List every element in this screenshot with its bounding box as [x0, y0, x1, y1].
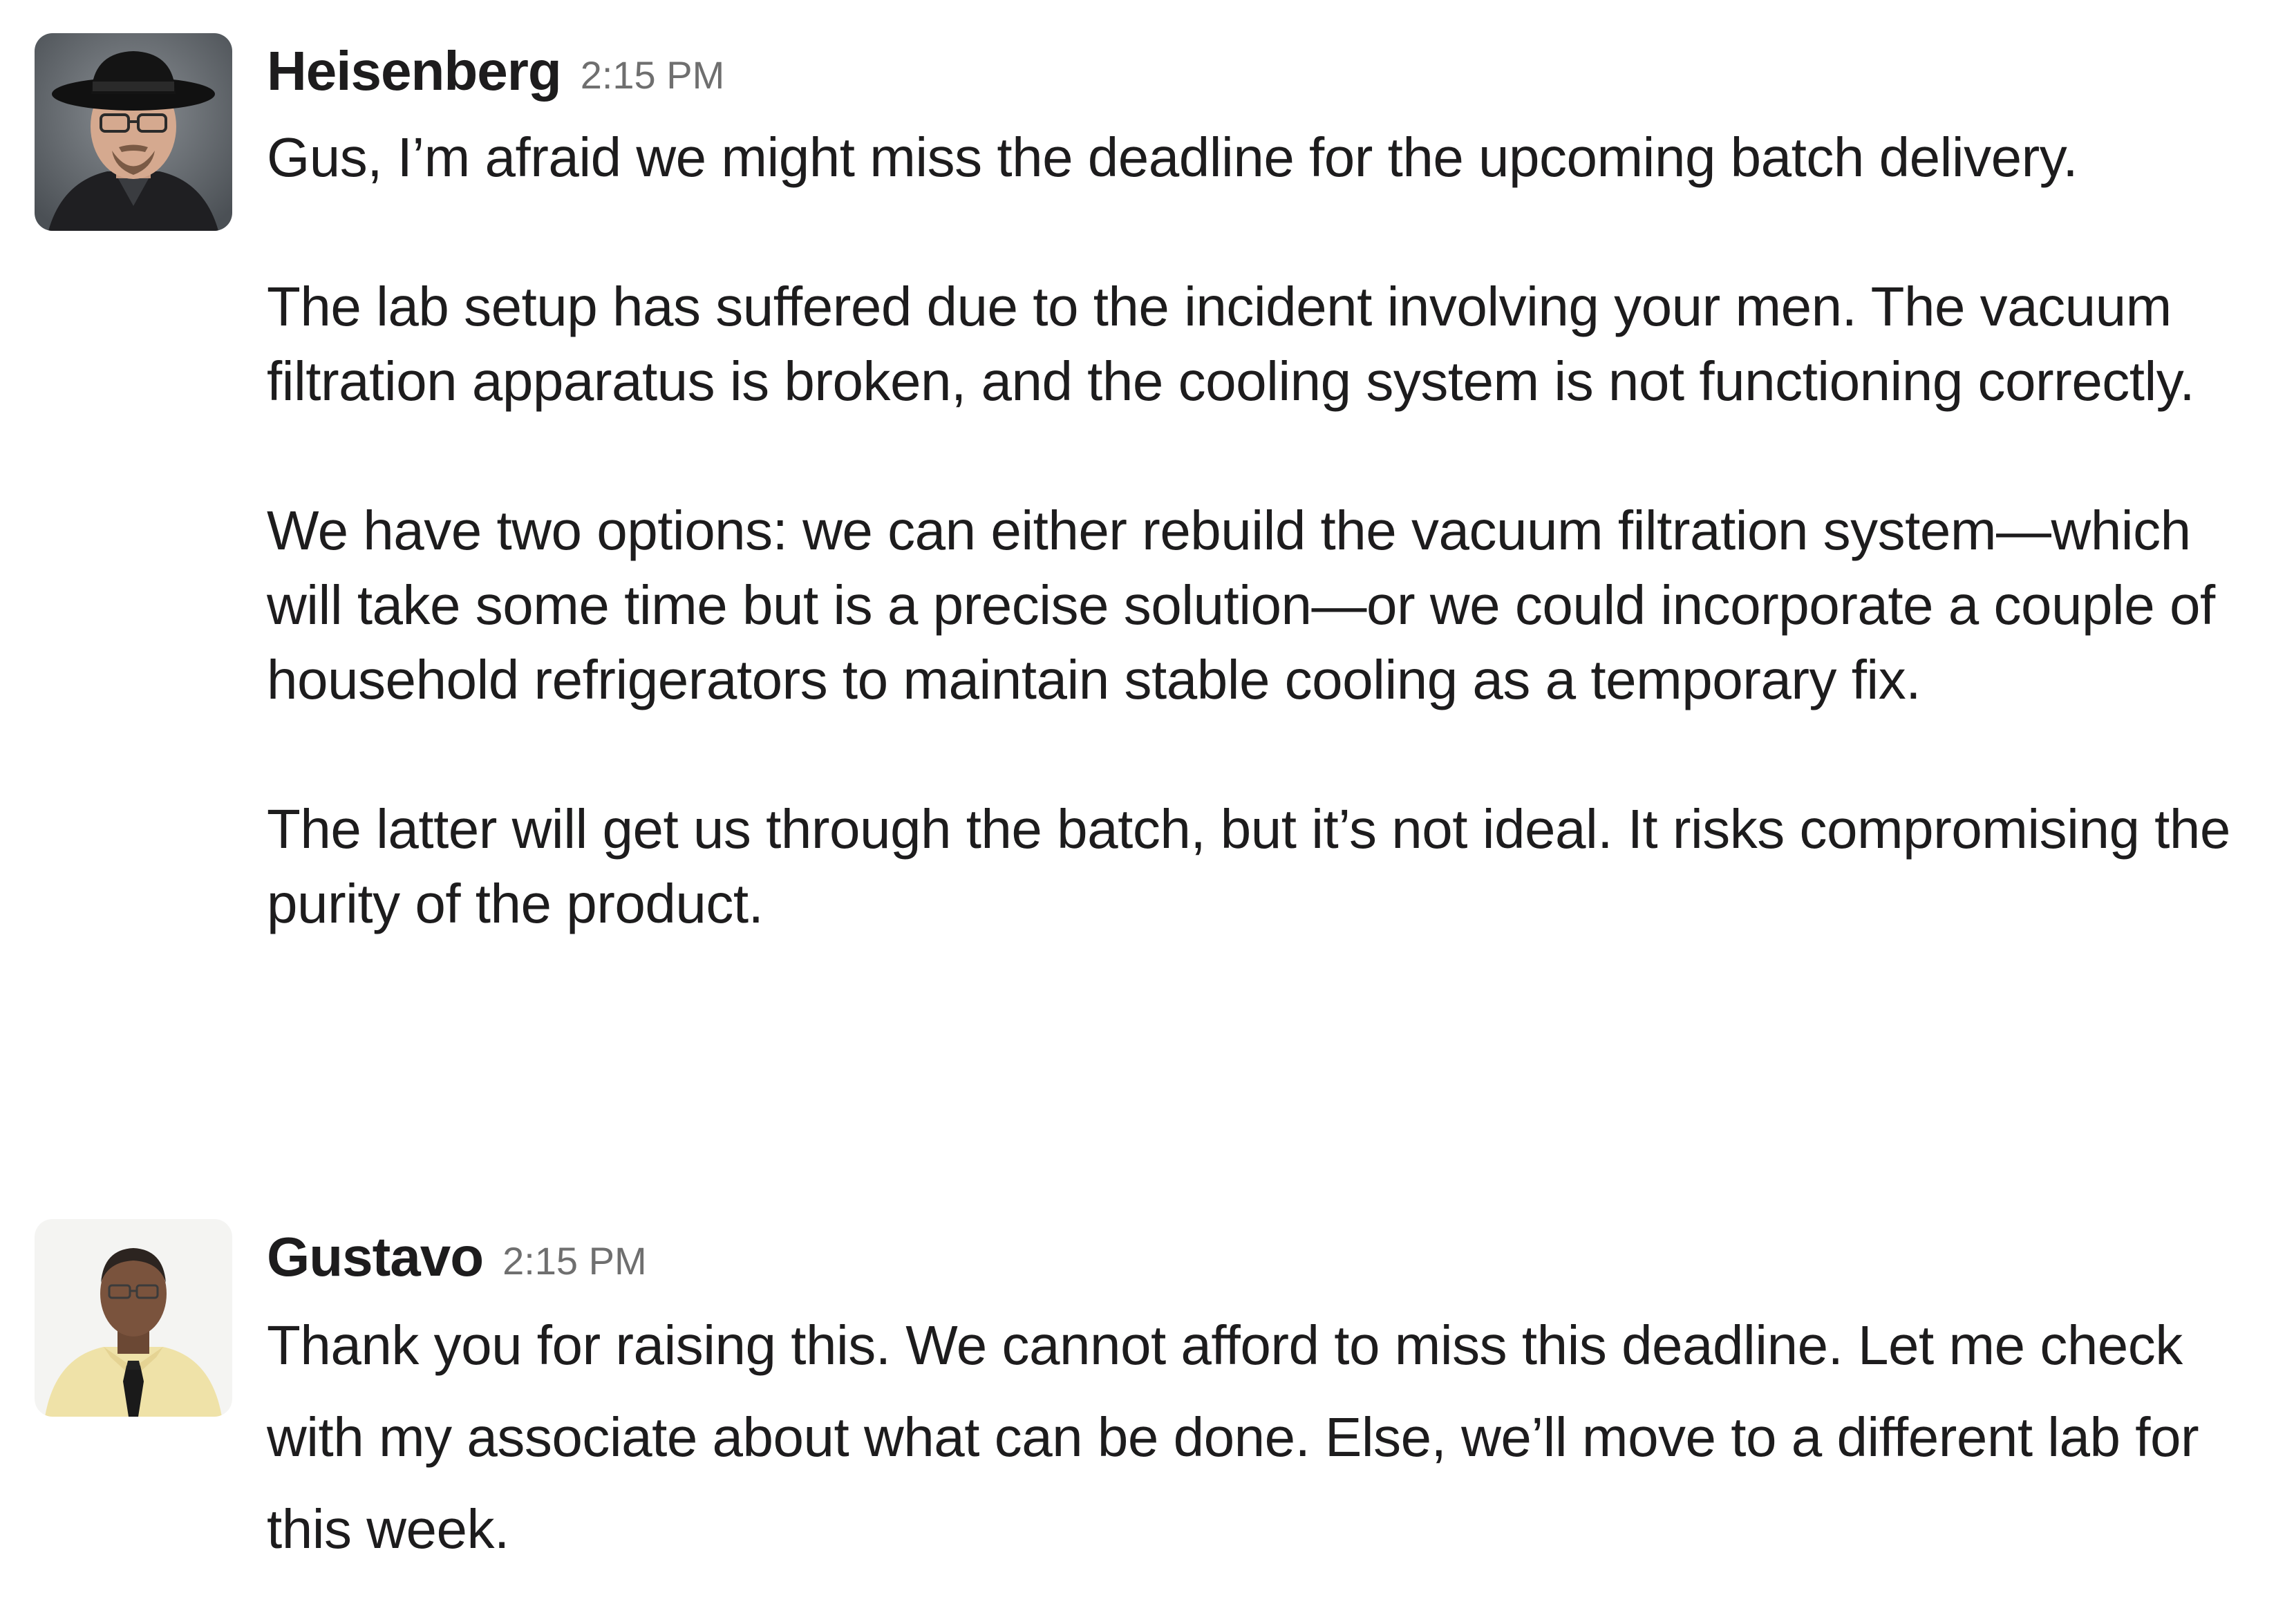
- sender-name[interactable]: Gustavo: [267, 1226, 484, 1287]
- avatar-heisenberg[interactable]: [35, 33, 232, 231]
- message-header: Gustavo 2:15 PM: [267, 1219, 2257, 1295]
- message-body: Gustavo 2:15 PM Thank you for raising thi…: [267, 1219, 2257, 1575]
- message-text: Gus, I’m afraid we might miss the deadli…: [267, 120, 2257, 941]
- message-paragraph: Thank you for raising this. We cannot af…: [267, 1314, 2199, 1560]
- message-paragraph: The lab setup has suffered due to the in…: [267, 276, 2195, 412]
- message-paragraph: The latter will get us through the batch…: [267, 798, 2230, 934]
- sender-name[interactable]: Heisenberg: [267, 40, 562, 102]
- message-text: Thank you for raising this. We cannot af…: [267, 1299, 2257, 1575]
- timestamp[interactable]: 2:15 PM: [502, 1239, 647, 1283]
- timestamp[interactable]: 2:15 PM: [581, 53, 725, 97]
- message-paragraph: We have two options: we can either rebui…: [267, 500, 2215, 710]
- portrait-icon: [35, 1219, 232, 1417]
- message-header: Heisenberg 2:15 PM: [267, 33, 2257, 109]
- message-body: Heisenberg 2:15 PM Gus, I’m afraid we mig…: [267, 33, 2257, 941]
- avatar-gustavo[interactable]: [35, 1219, 232, 1417]
- portrait-icon: [35, 33, 232, 231]
- message-paragraph: Gus, I’m afraid we might miss the deadli…: [267, 126, 2078, 188]
